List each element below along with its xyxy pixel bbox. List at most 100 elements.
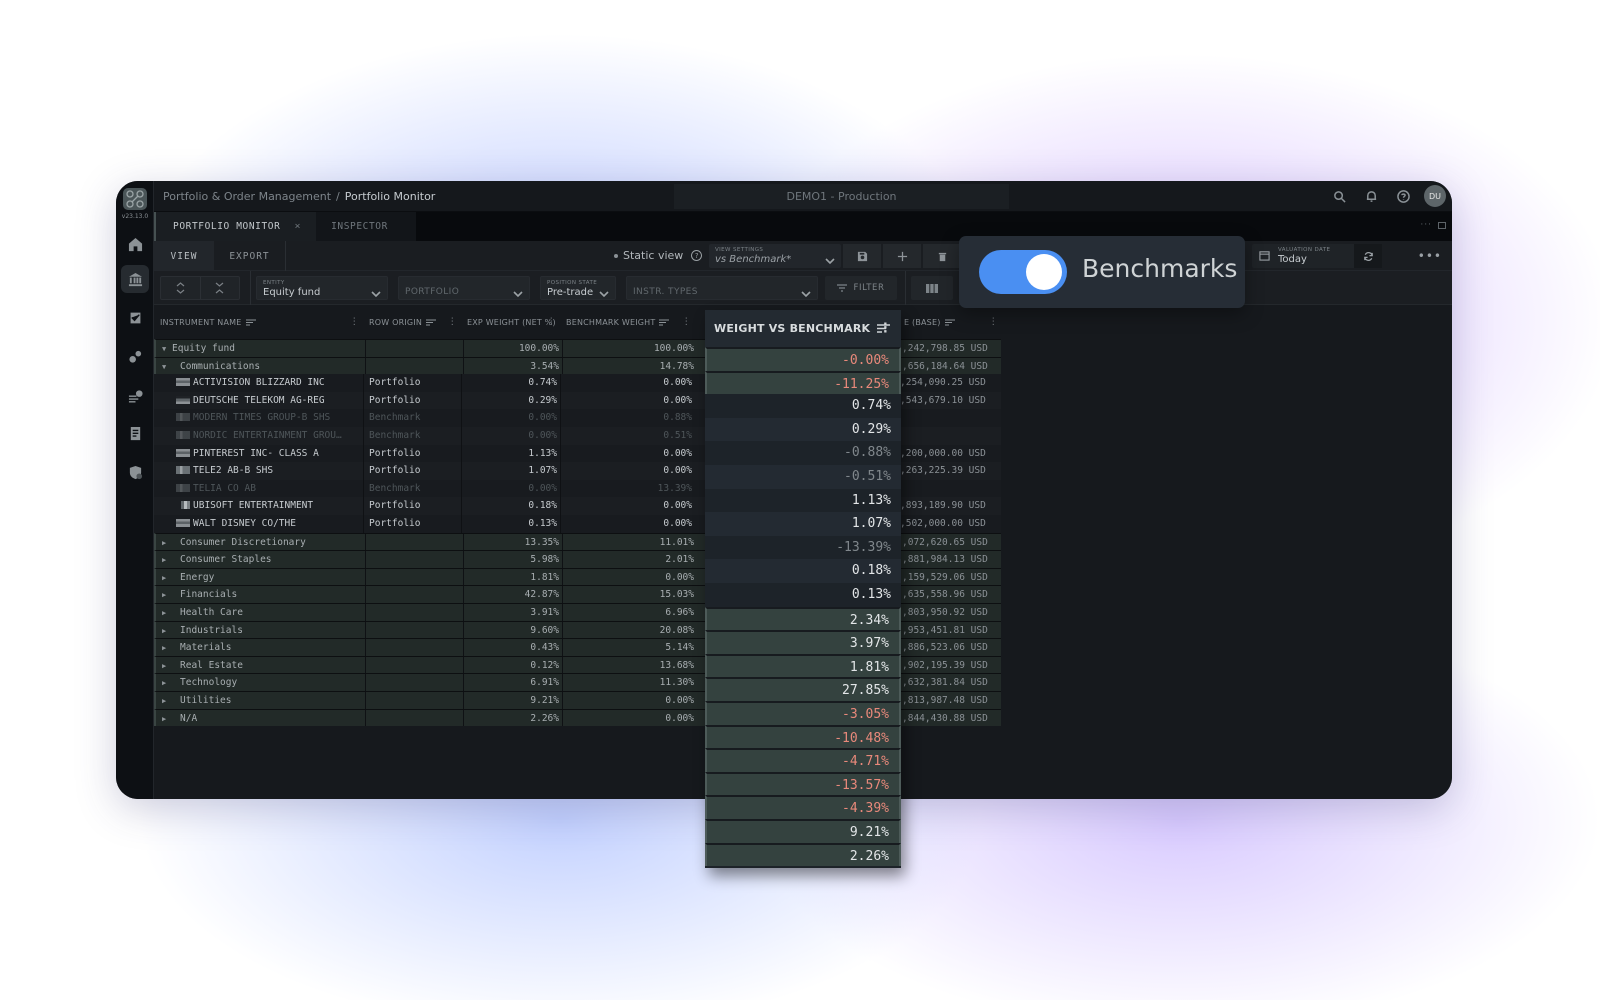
divider: [250, 271, 251, 305]
caret-down-icon[interactable]: ▼: [162, 341, 172, 358]
column-header-market-value[interactable]: E (BASE) ⋮: [898, 305, 1002, 339]
flag-se-icon: [176, 483, 190, 492]
group-name: Communications: [180, 360, 261, 372]
instrument-name-cell: ▶ Energy: [162, 569, 362, 587]
column-menu-icon[interactable]: ⋮: [350, 317, 359, 327]
row-origin-cell: [371, 692, 461, 710]
caret-right-icon[interactable]: ▶: [162, 552, 172, 569]
cell-divider: [562, 586, 563, 603]
column-menu-icon[interactable]: ⋮: [547, 317, 556, 327]
benchmark-weight-cell: 0.88%: [663, 412, 692, 424]
column-header-exp-weight[interactable]: EXP WEIGHT (NET %) ⋮: [461, 305, 560, 339]
benchmark-weight-cell: 0.00%: [663, 500, 692, 512]
caret-right-icon[interactable]: ▶: [162, 587, 172, 604]
benchmarks-toggle-panel: Benchmarks: [959, 236, 1245, 308]
exp-weight-cell: 0.43%: [530, 642, 559, 654]
caret-right-icon[interactable]: ▶: [162, 693, 172, 710]
instr-types-select[interactable]: INSTR. TYPES: [626, 276, 818, 300]
caret-right-icon[interactable]: ▶: [162, 658, 172, 675]
tab-portfolio-monitor[interactable]: PORTFOLIO MONITOR ×: [154, 212, 317, 241]
weight-vs-benchmark-cell: -3.05%: [705, 701, 901, 725]
caret-right-icon[interactable]: ▶: [162, 535, 172, 552]
maximize-icon[interactable]: [1438, 222, 1446, 229]
app-logo-icon[interactable]: [123, 188, 147, 210]
delete-view-button[interactable]: [923, 244, 961, 268]
entity-select[interactable]: ENTITY Equity fund: [256, 276, 388, 300]
benchmarks-toggle-switch[interactable]: [979, 250, 1067, 294]
expand-all-button[interactable]: [161, 277, 200, 299]
close-icon[interactable]: ×: [294, 221, 301, 232]
notifications-button[interactable]: [1360, 185, 1382, 207]
row-origin-cell: [371, 674, 461, 692]
cell-divider: [463, 692, 464, 709]
weight-vs-benchmark-cell: -13.39%: [705, 535, 901, 560]
benchmark-weight-cell: 20.08%: [659, 624, 694, 636]
caret-right-icon[interactable]: ▶: [162, 675, 172, 692]
sidebar-item-compliance[interactable]: [121, 458, 149, 486]
column-menu-icon[interactable]: ⋮: [448, 317, 457, 327]
refresh-button[interactable]: [1354, 244, 1382, 268]
group-name: Materials: [180, 642, 232, 654]
bank-icon: [128, 272, 142, 286]
bell-icon: [1366, 190, 1376, 202]
caret-down-icon[interactable]: ▼: [162, 359, 172, 376]
subtab-view[interactable]: VIEW: [154, 241, 214, 271]
caret-right-icon[interactable]: ▶: [162, 623, 172, 640]
sidebar-item-bank[interactable]: [121, 265, 149, 293]
valuation-date-picker[interactable]: VALUATION DATE Today: [1252, 244, 1382, 268]
weight-vs-benchmark-cell: 1.07%: [705, 512, 901, 536]
sidebar-item-settings[interactable]: [121, 342, 149, 370]
view-settings-value: vs Benchmark*: [715, 254, 792, 265]
cell-divider: [560, 479, 561, 498]
column-menu-icon[interactable]: ⋮: [682, 317, 691, 327]
add-view-button[interactable]: [883, 244, 921, 268]
save-view-button[interactable]: [843, 244, 881, 268]
sidebar-item-reports[interactable]: [121, 419, 149, 447]
column-header-benchmark-weight[interactable]: BENCHMARK WEIGHT ⋮: [560, 305, 695, 339]
market-value-cell: ,242,798.85 USD: [902, 343, 988, 354]
sidebar-item-orders[interactable]: [121, 381, 149, 409]
tab-options-icon[interactable]: ···: [1420, 220, 1432, 230]
tab-inspector[interactable]: INSPECTOR: [316, 212, 417, 241]
column-header-weight-vs-benchmark[interactable]: WEIGHT VS BENCHMARK ⋮: [705, 310, 901, 347]
instrument-name-cell: ▶ Utilities: [162, 692, 362, 710]
columns-button[interactable]: [911, 276, 953, 300]
column-menu-icon[interactable]: ⋮: [989, 317, 998, 327]
instrument-name: TELE2 AB-B SHS: [193, 465, 274, 477]
help-button[interactable]: [1392, 185, 1414, 207]
view-settings-label: VIEW SETTINGS: [715, 247, 764, 253]
sidebar-item-tasks[interactable]: [121, 303, 149, 331]
benchmark-weight-cell: 0.00%: [665, 571, 694, 583]
search-button[interactable]: [1328, 185, 1350, 207]
column-header-row-origin[interactable]: ROW ORIGIN ⋮: [363, 305, 461, 339]
collapse-all-button[interactable]: [199, 277, 240, 299]
cell-divider: [463, 621, 464, 639]
position-state-select[interactable]: POSITION STATE Pre-trade: [540, 276, 616, 300]
portfolio-select[interactable]: PORTFOLIO: [398, 276, 530, 300]
column-menu-icon[interactable]: ⋮: [879, 321, 892, 336]
tab-bar: PORTFOLIO MONITOR × INSPECTOR ···: [154, 212, 1452, 241]
row-origin-cell: [371, 622, 461, 640]
help-icon[interactable]: ?: [691, 250, 703, 261]
caret-right-icon[interactable]: ▶: [162, 640, 172, 657]
column-header-instrument-name[interactable]: INSTRUMENT NAME ⋮: [154, 305, 363, 339]
clipboard-check-icon: [128, 310, 142, 325]
row-origin-cell: [371, 639, 461, 657]
benchmark-weight-cell: 13.68%: [659, 659, 694, 671]
instrument-name-cell: NORDIC ENTERTAINMENT GROU…: [160, 427, 360, 445]
subtab-export[interactable]: EXPORT: [214, 241, 286, 271]
group-name: Health Care: [180, 607, 243, 618]
cell-divider: [562, 604, 563, 621]
filter-button[interactable]: FILTER: [825, 276, 897, 300]
weight-vs-benchmark-cell: 0.74%: [705, 394, 901, 418]
view-settings-select[interactable]: VIEW SETTINGS vs Benchmark*: [709, 244, 841, 268]
caret-right-icon[interactable]: ▶: [162, 711, 172, 728]
sidebar-item-home[interactable]: [121, 230, 149, 258]
caret-right-icon[interactable]: ▶: [162, 605, 172, 622]
weight-vs-benchmark-cell: 0.29%: [705, 417, 901, 442]
user-avatar[interactable]: DU: [1424, 185, 1446, 207]
row-origin-cell: [371, 586, 461, 604]
caret-right-icon[interactable]: ▶: [162, 570, 172, 587]
more-options-button[interactable]: •••: [1418, 249, 1442, 263]
breadcrumb-item-module[interactable]: Portfolio & Order Management: [163, 190, 331, 203]
